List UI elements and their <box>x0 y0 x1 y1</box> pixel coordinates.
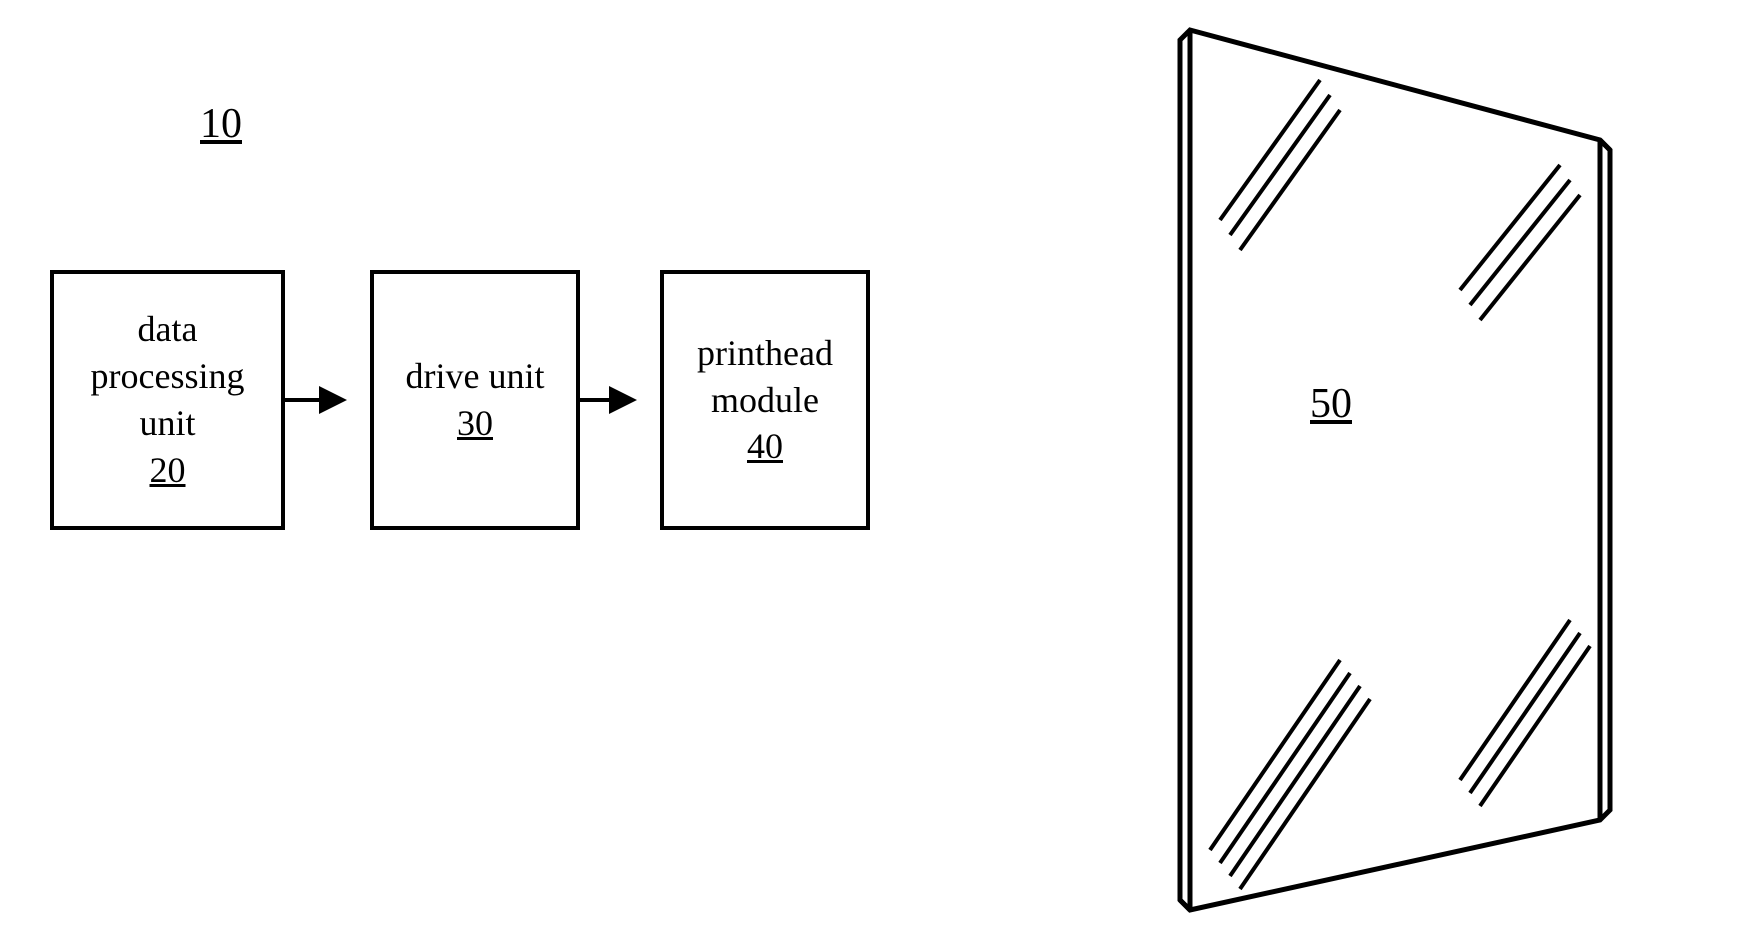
block-text-line: printhead <box>697 330 833 377</box>
printhead-module-block: printhead module 40 <box>660 270 870 530</box>
system-reference-label: 10 <box>200 100 242 148</box>
block-reference-number: 40 <box>747 423 783 470</box>
block-text-line: data <box>138 306 198 353</box>
block-text-line: module <box>711 377 819 424</box>
arrow-connector <box>285 398 343 402</box>
arrow-connector <box>580 398 633 402</box>
block-text-line: drive unit <box>406 353 545 400</box>
drive-unit-block: drive unit 30 <box>370 270 580 530</box>
block-text-line: unit <box>139 400 195 447</box>
block-reference-number: 20 <box>150 447 186 494</box>
substrate-panel-illustration <box>1090 20 1650 920</box>
block-reference-number: 30 <box>457 400 493 447</box>
block-text-line: processing <box>91 353 245 400</box>
data-processing-unit-block: data processing unit 20 <box>50 270 285 530</box>
panel-reference-label: 50 <box>1310 380 1352 428</box>
